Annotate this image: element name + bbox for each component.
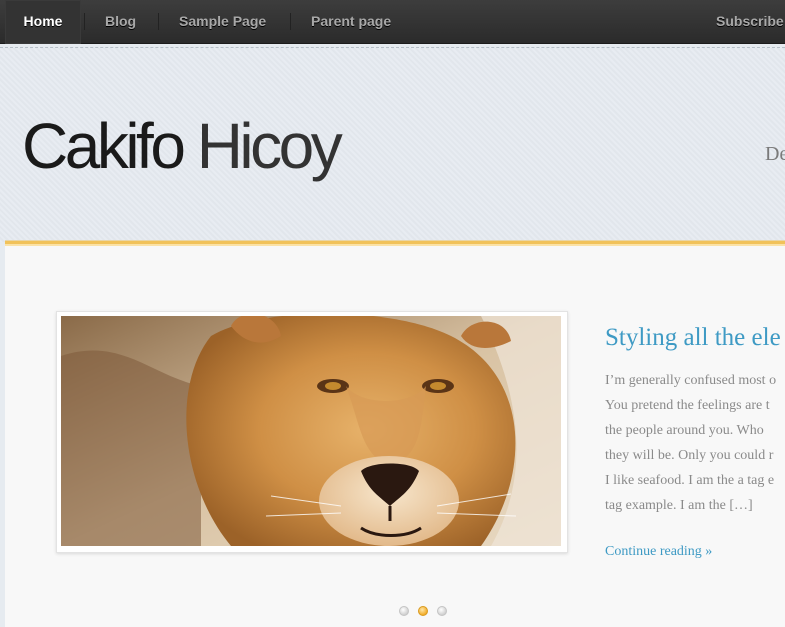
- site-title[interactable]: Cakifo Hicoy: [22, 114, 343, 178]
- nav-item-home[interactable]: Home: [5, 0, 81, 44]
- post-title-link[interactable]: Styling all the ele: [605, 324, 781, 352]
- excerpt-line: the people around you. Who: [605, 423, 764, 438]
- subscribe-link[interactable]: Subscribe I: [716, 0, 785, 44]
- excerpt-line: You pretend the feelings are t: [605, 398, 770, 413]
- slider-dot-3[interactable]: [437, 606, 447, 616]
- nav-item-sample-page[interactable]: Sample Page: [179, 0, 266, 44]
- main-content: Styling all the ele I’m generally confus…: [5, 241, 785, 627]
- excerpt-line: tag example. I am the […]: [605, 498, 753, 513]
- excerpt-line: I like seafood. I am the a tag e: [605, 473, 775, 488]
- continue-reading-link[interactable]: Continue reading »: [605, 544, 712, 560]
- slide-image-frame: [56, 311, 568, 553]
- lioness-photo-icon[interactable]: [61, 316, 561, 546]
- site-header: Cakifo Hicoy De: [0, 48, 785, 242]
- post-excerpt: I’m generally confused most o You preten…: [605, 368, 785, 518]
- site-description: De: [765, 143, 785, 165]
- site-title-part2: Hicoy: [196, 110, 343, 182]
- slider-dot-2[interactable]: [418, 606, 428, 616]
- nav-item-parent-page[interactable]: Parent page: [311, 0, 391, 44]
- top-navigation-bar: Home Blog Sample Page Parent page Subscr…: [0, 0, 785, 44]
- slider-dot-1[interactable]: [399, 606, 409, 616]
- excerpt-line: they will be. Only you could r: [605, 448, 774, 463]
- nav-separator: [290, 13, 291, 30]
- excerpt-line: I’m generally confused most o: [605, 373, 777, 388]
- nav-item-blog[interactable]: Blog: [105, 0, 136, 44]
- nav-separator: [158, 13, 159, 30]
- site-title-part1: Cakifo: [22, 110, 186, 182]
- nav-separator: [84, 13, 85, 30]
